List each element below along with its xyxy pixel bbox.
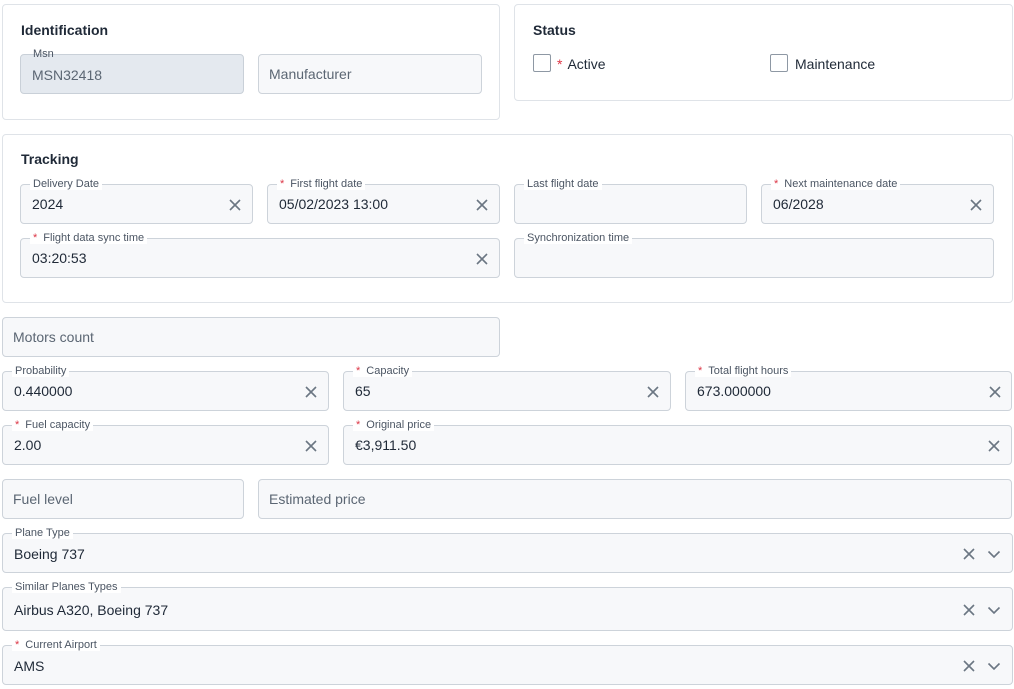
chevron-down-icon[interactable] xyxy=(987,603,1001,617)
identification-title: Identification xyxy=(21,22,109,38)
plane-type-select[interactable]: Plane Type Boeing 737 xyxy=(2,527,1013,573)
current-airport-label: * Current Airport xyxy=(12,639,100,651)
synchronization-time-label: Synchronization time xyxy=(524,232,633,244)
similar-planes-types-select[interactable]: Similar Planes Types Airbus A320, Boeing… xyxy=(2,581,1013,631)
probability-field[interactable]: Probability 0.440000 xyxy=(2,365,329,411)
next-maintenance-date-label: * Next maintenance date xyxy=(771,178,901,190)
probability-value: 0.440000 xyxy=(14,383,73,399)
total-flight-hours-value: 673.000000 xyxy=(697,383,771,399)
estimated-price-field[interactable]: Estimated price xyxy=(258,479,1012,519)
close-icon[interactable] xyxy=(962,659,976,673)
flight-data-sync-time-label: * Flight data sync time xyxy=(30,232,148,244)
current-airport-value: AMS xyxy=(14,658,45,674)
probability-label: Probability xyxy=(12,365,70,377)
flight-data-sync-time-value: 03:20:53 xyxy=(32,250,87,266)
close-icon[interactable] xyxy=(962,603,976,617)
flight-data-sync-time-field[interactable]: * Flight data sync time 03:20:53 xyxy=(20,232,500,278)
close-icon[interactable] xyxy=(962,547,976,561)
last-flight-date-field[interactable]: Last flight date xyxy=(514,178,747,224)
capacity-label: * Capacity xyxy=(353,365,413,377)
first-flight-date-field[interactable]: * First flight date 05/02/2023 13:00 xyxy=(267,178,500,224)
close-icon[interactable] xyxy=(475,198,489,212)
motors-count-placeholder: Motors count xyxy=(13,329,94,345)
original-price-field[interactable]: * Original price €3,911.50 xyxy=(343,419,1012,465)
manufacturer-field[interactable]: Manufacturer xyxy=(258,54,482,94)
similar-planes-types-value: Airbus A320, Boeing 737 xyxy=(14,602,169,618)
chevron-down-icon[interactable] xyxy=(987,547,1001,561)
delivery-date-label: Delivery Date xyxy=(30,178,103,190)
maintenance-checkbox[interactable] xyxy=(770,54,788,72)
last-flight-date-label: Last flight date xyxy=(524,178,602,190)
original-price-value: €3,911.50 xyxy=(355,437,417,453)
status-title: Status xyxy=(533,22,576,38)
plane-type-value: Boeing 737 xyxy=(14,546,85,562)
similar-planes-types-label: Similar Planes Types xyxy=(12,581,121,593)
close-icon[interactable] xyxy=(969,198,983,212)
fuel-capacity-label: * Fuel capacity xyxy=(12,419,94,431)
delivery-date-field[interactable]: Delivery Date 2024 xyxy=(20,178,253,224)
next-maintenance-date-value: 06/2028 xyxy=(773,196,824,212)
motors-count-field[interactable]: Motors count xyxy=(2,317,500,357)
synchronization-time-field[interactable]: Synchronization time xyxy=(514,232,994,278)
total-flight-hours-label: * Total flight hours xyxy=(695,365,792,377)
status-panel: Status xyxy=(514,4,1013,101)
close-icon[interactable] xyxy=(988,385,1002,399)
fuel-capacity-field[interactable]: * Fuel capacity 2.00 xyxy=(2,419,329,465)
capacity-field[interactable]: * Capacity 65 xyxy=(343,365,671,411)
active-checkbox[interactable] xyxy=(533,54,551,72)
fuel-level-field[interactable]: Fuel level xyxy=(2,479,244,519)
msn-field[interactable]: Msn MSN32418 xyxy=(20,48,244,94)
maintenance-label: Maintenance xyxy=(795,56,876,72)
current-airport-select[interactable]: * Current Airport AMS xyxy=(2,639,1013,685)
delivery-date-value: 2024 xyxy=(32,196,64,212)
close-icon[interactable] xyxy=(646,385,660,399)
fuel-capacity-value: 2.00 xyxy=(14,437,42,453)
total-flight-hours-field[interactable]: * Total flight hours 673.000000 xyxy=(685,365,1012,411)
first-flight-date-value: 05/02/2023 13:00 xyxy=(279,196,388,212)
close-icon[interactable] xyxy=(304,439,318,453)
tracking-title: Tracking xyxy=(21,151,79,167)
close-icon[interactable] xyxy=(304,385,318,399)
manufacturer-placeholder: Manufacturer xyxy=(269,66,352,82)
chevron-down-icon[interactable] xyxy=(987,659,1001,673)
close-icon[interactable] xyxy=(228,198,242,212)
original-price-label: * Original price xyxy=(353,419,435,431)
fuel-level-placeholder: Fuel level xyxy=(13,491,73,507)
close-icon[interactable] xyxy=(475,252,489,266)
capacity-value: 65 xyxy=(355,383,371,399)
next-maintenance-date-field[interactable]: * Next maintenance date 06/2028 xyxy=(761,178,994,224)
plane-type-label: Plane Type xyxy=(12,527,73,539)
active-label: * Active xyxy=(557,56,606,72)
close-icon[interactable] xyxy=(987,439,1001,453)
estimated-price-placeholder: Estimated price xyxy=(269,491,366,507)
msn-label: Msn xyxy=(33,48,54,60)
first-flight-date-label: * First flight date xyxy=(277,178,366,190)
msn-value: MSN32418 xyxy=(32,67,103,83)
